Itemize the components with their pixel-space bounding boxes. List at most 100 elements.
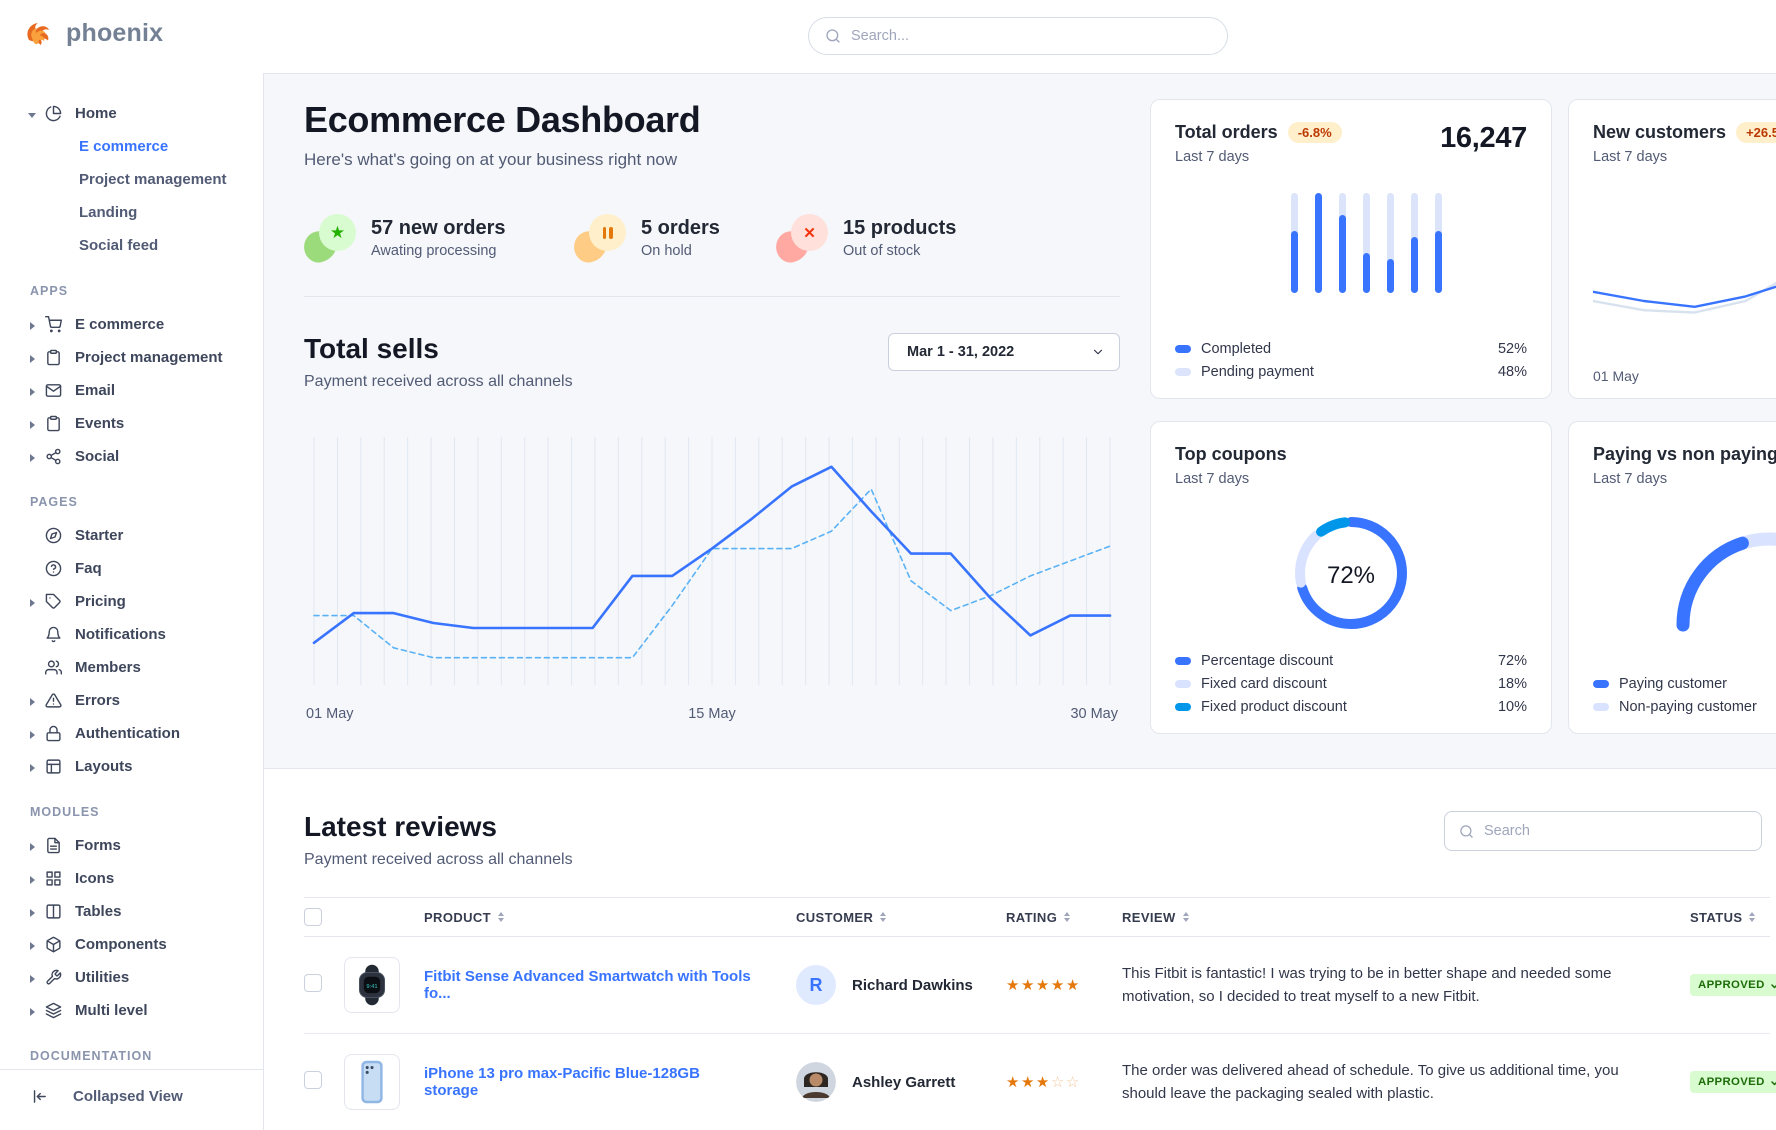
stat-new-orders: ★ 57 new orders Awating processing <box>304 214 540 262</box>
total-orders-legend: Completed52% Pending payment48% <box>1175 334 1527 380</box>
mail-icon <box>44 381 63 400</box>
caret-right-icon <box>28 842 36 850</box>
card-period: Last 7 days <box>1175 149 1342 165</box>
layout-icon <box>44 757 63 776</box>
sidebar-subitem-landing[interactable]: Landing <box>0 196 263 229</box>
paying-gauge-chart <box>1659 515 1776 640</box>
sidebar-item-home[interactable]: Home <box>0 97 263 130</box>
sidebar-item-tables[interactable]: Tables <box>0 895 263 928</box>
stat-value: 57 new orders <box>371 217 506 240</box>
legend-row: Percentage discount72% <box>1175 653 1527 669</box>
sidebar-item-components[interactable]: Components <box>0 928 263 961</box>
avatar[interactable] <box>796 1062 836 1102</box>
users-icon <box>44 658 63 677</box>
caret-right-icon <box>28 1007 36 1015</box>
legend-row: Non-paying customer <box>1593 699 1776 715</box>
reviews-search[interactable] <box>1444 811 1762 851</box>
sidebar-item-social[interactable]: Social <box>0 440 263 473</box>
reviews-search-input[interactable] <box>1484 823 1747 839</box>
table-row: iPhone 13 pro max-Pacific Blue-128GB sto… <box>304 1034 1770 1130</box>
new-customers-line-chart <box>1593 235 1776 358</box>
card-title: Paying vs non paying <box>1593 444 1776 465</box>
sidebar-item-project-management-app[interactable]: Project management <box>0 341 263 374</box>
donut-center-value: 72% <box>1291 513 1411 638</box>
search-icon <box>1459 824 1474 839</box>
stat-sub: On hold <box>641 243 720 259</box>
page-subtitle: Here's what's going on at your business … <box>304 150 1134 170</box>
avatar[interactable]: R <box>796 965 836 1005</box>
column-header-status[interactable]: STATUS <box>1670 910 1770 925</box>
caret-right-icon <box>28 697 36 705</box>
sidebar-item-multi-level[interactable]: Multi level <box>0 994 263 1027</box>
sidebar-subitem-social-feed[interactable]: Social feed <box>0 229 263 262</box>
main-content: Ecommerce Dashboard Here's what's going … <box>264 73 1776 1130</box>
sidebar-item-email[interactable]: Email <box>0 374 263 407</box>
alert-triangle-icon <box>44 691 63 710</box>
date-range-select[interactable]: Mar 1 - 31, 2022 <box>888 333 1120 371</box>
sidebar-item-events[interactable]: Events <box>0 407 263 440</box>
latest-reviews-subtitle: Payment received across all channels <box>304 851 573 869</box>
sidebar-item-members[interactable]: Members <box>0 651 263 684</box>
legend-swatch <box>1175 345 1191 353</box>
caret-right-icon <box>28 420 36 428</box>
sidebar-item-utilities[interactable]: Utilities <box>0 961 263 994</box>
svg-text:9:41: 9:41 <box>366 984 377 990</box>
sidebar-item-layouts[interactable]: Layouts <box>0 750 263 783</box>
share-icon <box>44 447 63 466</box>
new-customers-card: New customers +26.5% Last 7 days 01 May <box>1568 99 1776 399</box>
caret-right-icon <box>28 321 36 329</box>
product-link[interactable]: iPhone 13 pro max-Pacific Blue-128GB sto… <box>424 1065 780 1099</box>
column-header-review[interactable]: REVIEW <box>1106 910 1670 925</box>
global-search-input[interactable] <box>851 28 1211 44</box>
stat-orders-on-hold: 5 orders On hold <box>574 214 742 262</box>
caret-right-icon <box>28 875 36 883</box>
total-sells-chart[interactable]: 01 May 15 May 30 May <box>304 427 1120 732</box>
column-header-product[interactable]: PRODUCT <box>424 910 780 925</box>
column-header-customer[interactable]: CUSTOMER <box>780 910 990 925</box>
pie-chart-icon <box>44 104 63 123</box>
legend-row: Paying customer <box>1593 676 1776 692</box>
sidebar-item-notifications[interactable]: Notifications <box>0 618 263 651</box>
chevron-down-icon <box>1091 345 1105 359</box>
divider <box>304 296 1120 297</box>
sidebar-item-errors[interactable]: Errors <box>0 684 263 717</box>
sidebar-subitem-ecommerce[interactable]: E commerce <box>0 130 263 163</box>
sidebar-item-starter[interactable]: Starter <box>0 519 263 552</box>
column-header-rating[interactable]: RATING <box>990 910 1106 925</box>
stats-row: ★ 57 new orders Awating processing 5 ord… <box>304 214 1134 262</box>
sidebar-section-modules: MODULES <box>0 805 263 821</box>
sidebar-item-faq[interactable]: Faq <box>0 552 263 585</box>
global-search[interactable] <box>808 17 1228 55</box>
top-navbar: phoenix <box>0 0 1776 73</box>
total-sells-header: Total sells Payment received across all … <box>304 333 1120 391</box>
select-all-checkbox[interactable] <box>304 908 322 926</box>
product-image-smartwatch[interactable]: 9:41 <box>344 957 400 1013</box>
help-circle-icon <box>44 559 63 578</box>
sidebar-subitem-project-management[interactable]: Project management <box>0 163 263 196</box>
product-image-iphone[interactable] <box>344 1054 400 1110</box>
total-sells-line-chart <box>304 427 1120 693</box>
sort-icon <box>880 912 886 922</box>
sidebar-item-ecommerce-app[interactable]: E commerce <box>0 308 263 341</box>
dashboard-left-column: Ecommerce Dashboard Here's what's going … <box>304 99 1134 734</box>
product-link[interactable]: Fitbit Sense Advanced Smartwatch with To… <box>424 968 780 1002</box>
sidebar-item-icons[interactable]: Icons <box>0 862 263 895</box>
cart-icon <box>44 315 63 334</box>
sidebar-item-authentication[interactable]: Authentication <box>0 717 263 750</box>
bell-icon <box>44 625 63 644</box>
collapse-sidebar-toggle[interactable]: Collapsed View <box>0 1069 263 1130</box>
sidebar-item-forms[interactable]: Forms <box>0 829 263 862</box>
search-icon <box>825 28 841 44</box>
rating-stars: ★★★★★ <box>990 976 1106 994</box>
compass-icon <box>44 526 63 545</box>
row-checkbox[interactable] <box>304 974 322 992</box>
sidebar-item-pricing[interactable]: Pricing <box>0 585 263 618</box>
row-checkbox[interactable] <box>304 1071 322 1089</box>
file-text-icon <box>44 836 63 855</box>
status-badge: APPROVED <box>1690 1071 1776 1093</box>
phoenix-logo[interactable]: phoenix <box>23 16 163 50</box>
x-tick: 01 May <box>1593 368 1639 384</box>
legend-swatch <box>1593 703 1609 711</box>
top-coupons-donut-chart: 72% <box>1291 513 1411 638</box>
legend-swatch <box>1593 680 1609 688</box>
